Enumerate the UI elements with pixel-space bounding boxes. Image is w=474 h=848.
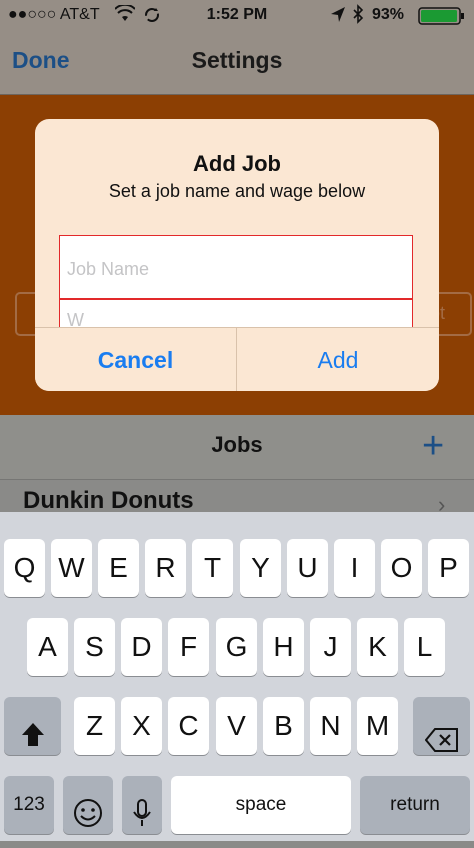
jobs-title: Jobs xyxy=(211,432,263,457)
bluetooth-icon xyxy=(352,4,364,29)
key-i[interactable]: I xyxy=(334,539,375,597)
battery-percent: 93% xyxy=(372,6,405,23)
key-l[interactable]: L xyxy=(404,618,445,676)
key-n[interactable]: N xyxy=(310,697,351,755)
backspace-key[interactable] xyxy=(413,697,470,755)
key-j[interactable]: J xyxy=(310,618,351,676)
job-item-label: Dunkin Donuts xyxy=(23,487,194,514)
key-r[interactable]: R xyxy=(145,539,186,597)
key-w[interactable]: W xyxy=(51,539,92,597)
key-y[interactable]: Y xyxy=(240,539,281,597)
space-key[interactable]: space xyxy=(171,776,351,834)
key-k[interactable]: K xyxy=(357,618,398,676)
job-name-placeholder: Job Name xyxy=(67,259,150,279)
keyboard: Q W E R T Y U I O P A S D F G H J K L Z … xyxy=(0,512,474,841)
backspace-icon xyxy=(424,714,459,772)
cancel-button[interactable]: Cancel xyxy=(35,328,237,391)
microphone-key[interactable] xyxy=(122,776,162,834)
page-title: Settings xyxy=(191,47,283,73)
key-v[interactable]: V xyxy=(216,697,257,755)
key-b[interactable]: B xyxy=(263,697,304,755)
key-d[interactable]: D xyxy=(121,618,162,676)
key-s[interactable]: S xyxy=(74,618,115,676)
numbers-key[interactable]: 123 xyxy=(4,776,54,834)
shift-key[interactable] xyxy=(4,697,61,755)
dialog-title: Add Job xyxy=(193,151,281,176)
add-job-dialog: Add Job Set a job name and wage below Jo… xyxy=(35,119,439,391)
key-o[interactable]: O xyxy=(381,539,422,597)
key-q[interactable]: Q xyxy=(4,539,45,597)
emoji-key[interactable] xyxy=(63,776,113,834)
key-g[interactable]: G xyxy=(216,618,257,676)
dialog-message: Set a job name and wage below xyxy=(108,181,366,201)
key-x[interactable]: X xyxy=(121,697,162,755)
key-c[interactable]: C xyxy=(168,697,209,755)
key-p[interactable]: P xyxy=(428,539,469,597)
status-bar: ●●○○○ AT&T 1:52 PM 93% xyxy=(0,0,474,32)
key-z[interactable]: Z xyxy=(74,697,115,755)
key-f[interactable]: F xyxy=(168,618,209,676)
key-e[interactable]: E xyxy=(98,539,139,597)
wage-field[interactable]: W xyxy=(59,299,413,330)
key-m[interactable]: M xyxy=(357,697,398,755)
shift-icon xyxy=(20,711,46,769)
microphone-icon xyxy=(132,790,152,848)
battery-icon xyxy=(418,7,466,30)
return-key[interactable]: return xyxy=(360,776,470,834)
location-icon xyxy=(330,6,346,29)
job-name-field[interactable]: Job Name xyxy=(59,235,413,299)
key-t[interactable]: T xyxy=(192,539,233,597)
add-button[interactable]: Add xyxy=(237,328,439,391)
key-h[interactable]: H xyxy=(263,618,304,676)
add-job-button[interactable]: + xyxy=(422,425,444,468)
key-u[interactable]: U xyxy=(287,539,328,597)
dialog-buttons: Cancel Add xyxy=(35,327,439,391)
key-a[interactable]: A xyxy=(27,618,68,676)
emoji-icon xyxy=(73,790,103,848)
